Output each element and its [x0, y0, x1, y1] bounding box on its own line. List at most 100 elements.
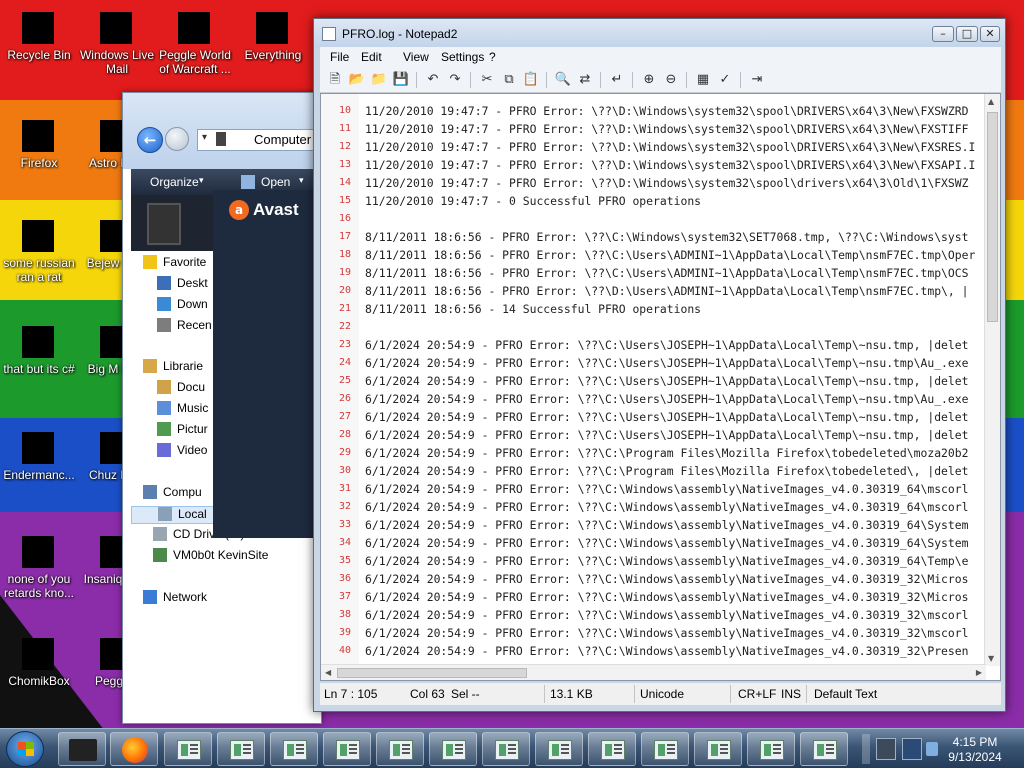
taskbar-firefox-button[interactable]	[110, 732, 158, 766]
desktop-icon[interactable]: Everything	[234, 4, 312, 62]
text-line[interactable]: 30 6/1/2024 20:54:9 - PFRO Error: \??\C:\…	[321, 462, 986, 480]
line-text[interactable]: 8/11/2011 18:6:56 - PFRO Error: \??\D:\U…	[365, 282, 968, 300]
line-text[interactable]: 11/20/2010 19:47:7 - PFRO Error: \??\D:\…	[365, 120, 968, 138]
open-button[interactable]: Open	[261, 175, 290, 189]
undo-icon[interactable]: ↶	[424, 71, 442, 89]
scroll-left-arrow-icon[interactable]: ◀	[325, 668, 331, 677]
text-line[interactable]: 26 6/1/2024 20:54:9 - PFRO Error: \??\C:\…	[321, 390, 986, 408]
minimize-button[interactable]: –	[932, 26, 954, 42]
notepad-titlebar[interactable]: PFRO.log - Notepad2 – □ ✕	[314, 19, 1005, 47]
text-line[interactable]: 36 6/1/2024 20:54:9 - PFRO Error: \??\C:\…	[321, 570, 986, 588]
line-text[interactable]: 6/1/2024 20:54:9 - PFRO Error: \??\C:\Pr…	[365, 462, 968, 480]
desktop-icon[interactable]: ChomikBox	[0, 630, 78, 688]
line-text[interactable]: 11/20/2010 19:47:7 - PFRO Error: \??\D:\…	[365, 138, 975, 156]
line-text[interactable]: 6/1/2024 20:54:9 - PFRO Error: \??\C:\Us…	[365, 408, 968, 426]
menu-item[interactable]: Edit	[361, 50, 382, 64]
line-text[interactable]: 6/1/2024 20:54:9 - PFRO Error: \??\C:\Wi…	[365, 552, 968, 570]
line-text[interactable]: 6/1/2024 20:54:9 - PFRO Error: \??\C:\Wi…	[365, 516, 968, 534]
text-line[interactable]: 15 11/20/2010 19:47:7 - 0 Successful PFRO…	[321, 192, 986, 210]
paste-icon[interactable]: 📋	[522, 71, 540, 89]
line-text[interactable]: 6/1/2024 20:54:9 - PFRO Error: \??\C:\Wi…	[365, 624, 968, 642]
text-editor[interactable]: 10 11/20/2010 19:47:7 - PFRO Error: \??\D…	[320, 93, 1001, 681]
dropdown-icon[interactable]: ▾	[202, 132, 207, 143]
desktop-icon[interactable]: none of you retards kno...	[0, 528, 78, 600]
taskbar-app-button[interactable]	[58, 732, 106, 766]
menu-item[interactable]: File	[330, 50, 349, 64]
status-encoding[interactable]: Unicode	[640, 687, 684, 701]
menu-item[interactable]: ?	[489, 50, 496, 64]
line-text[interactable]: 6/1/2024 20:54:9 - PFRO Error: \??\C:\Wi…	[365, 534, 968, 552]
line-text[interactable]: 6/1/2024 20:54:9 - PFRO Error: \??\C:\Wi…	[365, 642, 968, 660]
line-text[interactable]: 8/11/2011 18:6:56 - PFRO Error: \??\C:\W…	[365, 228, 968, 246]
text-line[interactable]: 16	[321, 210, 986, 228]
tree-item[interactable]: Compu	[143, 485, 202, 503]
line-text[interactable]: 6/1/2024 20:54:9 - PFRO Error: \??\C:\Us…	[365, 354, 968, 372]
text-line[interactable]: 12 11/20/2010 19:47:7 - PFRO Error: \??\D…	[321, 138, 986, 156]
text-line[interactable]: 20 8/11/2011 18:6:56 - PFRO Error: \??\D:…	[321, 282, 986, 300]
close-button[interactable]: ✕	[980, 26, 1000, 42]
taskbar-window-button[interactable]	[800, 732, 848, 766]
line-text[interactable]: 8/11/2011 18:6:56 - 14 Successful PFRO o…	[365, 300, 701, 318]
line-text[interactable]: 6/1/2024 20:54:9 - PFRO Error: \??\C:\Pr…	[365, 444, 968, 462]
clock-date[interactable]: 9/13/2024	[940, 750, 1010, 764]
volume-icon[interactable]	[926, 742, 938, 756]
taskbar-window-button[interactable]	[429, 732, 477, 766]
line-text[interactable]: 6/1/2024 20:54:9 - PFRO Error: \??\C:\Us…	[365, 372, 968, 390]
text-lines[interactable]: 10 11/20/2010 19:47:7 - PFRO Error: \??\D…	[321, 102, 986, 678]
text-line[interactable]: 28 6/1/2024 20:54:9 - PFRO Error: \??\C:\…	[321, 426, 986, 444]
zoom-in-icon[interactable]: ⊕	[640, 71, 658, 89]
copy-icon[interactable]: ⧉	[500, 71, 518, 89]
tree-item[interactable]: Recen	[157, 318, 212, 336]
avast-window[interactable]: a Avast	[213, 190, 313, 538]
text-line[interactable]: 38 6/1/2024 20:54:9 - PFRO Error: \??\C:\…	[321, 606, 986, 624]
line-text[interactable]: 8/11/2011 18:6:56 - PFRO Error: \??\C:\U…	[365, 264, 968, 282]
tree-item[interactable]: VM0b0t KevinSite	[153, 548, 268, 566]
notepad-app-icon[interactable]	[322, 27, 336, 41]
save-icon[interactable]: 💾	[392, 71, 410, 89]
taskbar-window-button[interactable]	[694, 732, 742, 766]
word-wrap-icon[interactable]: ↵	[608, 71, 626, 89]
line-text[interactable]: 11/20/2010 19:47:7 - 0 Successful PFRO o…	[365, 192, 701, 210]
cut-icon[interactable]: ✂	[478, 71, 496, 89]
text-line[interactable]: 25 6/1/2024 20:54:9 - PFRO Error: \??\C:\…	[321, 372, 986, 390]
desktop-icon[interactable]: Peggle World of Warcraft ...	[156, 4, 234, 76]
line-text[interactable]: 6/1/2024 20:54:9 - PFRO Error: \??\C:\Wi…	[365, 498, 968, 516]
address-bar[interactable]: ▾ Computer	[197, 129, 321, 151]
text-line[interactable]: 11 11/20/2010 19:47:7 - PFRO Error: \??\D…	[321, 120, 986, 138]
start-button[interactable]	[6, 731, 44, 767]
taskbar-window-button[interactable]	[535, 732, 583, 766]
tree-item[interactable]: Pictur	[157, 422, 208, 440]
tree-item[interactable]: Music	[157, 401, 208, 419]
status-line-endings[interactable]: CR+LF	[738, 687, 776, 701]
line-text[interactable]: 11/20/2010 19:47:7 - PFRO Error: \??\D:\…	[365, 156, 975, 174]
scroll-down-arrow-icon[interactable]: ▼	[988, 654, 994, 663]
desktop-icon[interactable]: Recycle Bin	[0, 4, 78, 62]
taskbar-window-button[interactable]	[747, 732, 795, 766]
status-scheme[interactable]: Default Text	[814, 687, 877, 701]
vertical-scrollbar[interactable]: ▲ ▼	[984, 94, 1000, 666]
desktop-icon[interactable]: Firefox	[0, 112, 78, 170]
back-arrow-icon[interactable]: ←	[137, 127, 163, 153]
line-text[interactable]: 6/1/2024 20:54:9 - PFRO Error: \??\C:\Us…	[365, 336, 968, 354]
text-line[interactable]: 37 6/1/2024 20:54:9 - PFRO Error: \??\C:\…	[321, 588, 986, 606]
text-line[interactable]: 40 6/1/2024 20:54:9 - PFRO Error: \??\C:\…	[321, 642, 986, 660]
taskbar-notepad-button[interactable]	[641, 732, 689, 766]
menu-item[interactable]: Settings	[441, 50, 484, 64]
line-text[interactable]: 6/1/2024 20:54:9 - PFRO Error: \??\C:\Wi…	[365, 606, 968, 624]
taskbar-window-button[interactable]	[482, 732, 530, 766]
scrollbar-thumb[interactable]	[987, 112, 998, 322]
tray-expand-icon[interactable]	[862, 734, 870, 764]
tree-item[interactable]: Deskt	[157, 276, 208, 294]
taskbar-window-button[interactable]	[323, 732, 371, 766]
desktop-icon[interactable]: some russian ran a rat	[0, 212, 78, 284]
notepad-window[interactable]: PFRO.log - Notepad2 – □ ✕ File Edit View Se…	[313, 18, 1006, 712]
line-text[interactable]: 11/20/2010 19:47:7 - PFRO Error: \??\D:\…	[365, 102, 968, 120]
text-line[interactable]: 23 6/1/2024 20:54:9 - PFRO Error: \??\C:\…	[321, 336, 986, 354]
taskbar-window-button[interactable]	[588, 732, 636, 766]
scheme-icon[interactable]: ▦	[694, 71, 712, 89]
chevron-down-icon[interactable]: ▾	[299, 175, 304, 186]
text-line[interactable]: 31 6/1/2024 20:54:9 - PFRO Error: \??\C:\…	[321, 480, 986, 498]
taskbar-window-button[interactable]	[217, 732, 265, 766]
text-line[interactable]: 10 11/20/2010 19:47:7 - PFRO Error: \??\D…	[321, 102, 986, 120]
open-file-icon[interactable]: 📂	[348, 71, 366, 89]
